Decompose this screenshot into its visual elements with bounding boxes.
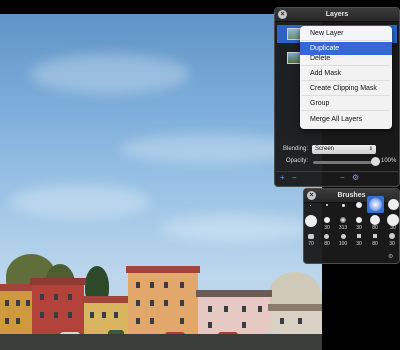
brush-preset[interactable] bbox=[326, 204, 328, 206]
menu-item-merge-all-layers[interactable]: Merge All Layers bbox=[300, 113, 392, 126]
brush-size-label: 70 bbox=[308, 241, 314, 247]
street bbox=[0, 334, 322, 350]
brush-size-label: 80 bbox=[372, 225, 378, 231]
menu-separator bbox=[302, 40, 390, 41]
brush-preset[interactable] bbox=[373, 234, 377, 238]
brush-preset[interactable] bbox=[324, 217, 330, 223]
roof bbox=[30, 278, 86, 285]
brushes-panel-title: Brushes bbox=[304, 189, 399, 203]
brush-settings-icon[interactable]: ⚙ bbox=[388, 253, 393, 260]
brush-preset[interactable] bbox=[357, 234, 361, 238]
layer-context-menu: New Layer Duplicate Delete Add Mask Crea… bbox=[300, 26, 392, 129]
opacity-slider-knob[interactable] bbox=[371, 157, 380, 166]
menu-separator bbox=[302, 110, 390, 111]
chevron-updown-icon: ⇕ bbox=[368, 146, 373, 152]
brush-preset-soft[interactable] bbox=[369, 198, 382, 211]
cloud bbox=[10, 184, 150, 219]
brush-preset-leaf[interactable] bbox=[308, 234, 314, 239]
brush-preset[interactable] bbox=[310, 205, 311, 206]
menu-item-new-layer[interactable]: New Layer bbox=[300, 27, 392, 40]
opacity-slider-track[interactable] bbox=[313, 161, 377, 164]
brush-size-label: 80 bbox=[372, 241, 378, 247]
layers-panel-title: Layers bbox=[275, 8, 399, 22]
roof bbox=[82, 296, 132, 303]
brush-preset[interactable] bbox=[305, 215, 317, 227]
brush-preset[interactable] bbox=[389, 233, 395, 239]
brush-size-label: 313 bbox=[338, 225, 348, 231]
blending-select[interactable]: Screen ⇕ bbox=[312, 145, 376, 154]
cloud bbox=[120, 134, 300, 164]
brush-size-label: 30 bbox=[356, 241, 362, 247]
opacity-value: 100% bbox=[381, 158, 397, 164]
brush-size-label: 30 bbox=[356, 225, 362, 231]
brush-preset[interactable] bbox=[341, 234, 346, 239]
layer-settings-button[interactable]: ⚙ bbox=[352, 174, 359, 182]
divider bbox=[276, 171, 398, 172]
add-layer-button[interactable]: + bbox=[280, 174, 285, 182]
brush-preset[interactable] bbox=[340, 217, 346, 223]
menu-separator bbox=[302, 80, 390, 81]
menu-separator bbox=[302, 95, 390, 96]
menu-item-create-clipping-mask[interactable]: Create Clipping Mask bbox=[300, 82, 392, 95]
brush-size-label: 30 bbox=[324, 225, 330, 231]
brush-preset[interactable] bbox=[342, 204, 345, 207]
menu-separator bbox=[302, 65, 390, 66]
brushes-panel: Brushes × bbox=[303, 188, 400, 264]
cloud bbox=[30, 54, 190, 94]
menu-item-delete[interactable]: Delete bbox=[300, 52, 392, 65]
brush-preset[interactable] bbox=[388, 199, 399, 210]
brush-preset[interactable] bbox=[356, 202, 362, 208]
brush-size-label: 30 bbox=[389, 241, 395, 247]
roof bbox=[126, 266, 200, 273]
brush-size-label: 30 bbox=[390, 225, 396, 231]
cloud bbox=[160, 214, 310, 242]
remove-layer-button[interactable]: − bbox=[292, 174, 297, 182]
brush-preset[interactable] bbox=[324, 234, 329, 239]
building bbox=[0, 284, 36, 336]
building bbox=[196, 290, 272, 336]
blending-value: Screen bbox=[315, 146, 335, 152]
roof bbox=[0, 284, 36, 291]
brush-size-label: 100 bbox=[338, 241, 348, 247]
roof bbox=[268, 304, 322, 311]
building bbox=[126, 266, 200, 336]
blending-label: Blending: bbox=[283, 146, 309, 152]
close-icon[interactable]: × bbox=[307, 191, 316, 200]
minus-icon: − bbox=[340, 173, 345, 182]
menu-item-add-mask[interactable]: Add Mask bbox=[300, 67, 392, 80]
brush-preset[interactable] bbox=[356, 217, 362, 223]
menu-item-group[interactable]: Group bbox=[300, 97, 392, 110]
close-icon[interactable]: × bbox=[278, 10, 287, 19]
opacity-label: Opacity: bbox=[286, 158, 309, 164]
building bbox=[30, 278, 86, 336]
roof bbox=[196, 290, 272, 297]
brush-size-label: 80 bbox=[324, 241, 330, 247]
brush-preset[interactable] bbox=[370, 215, 380, 225]
